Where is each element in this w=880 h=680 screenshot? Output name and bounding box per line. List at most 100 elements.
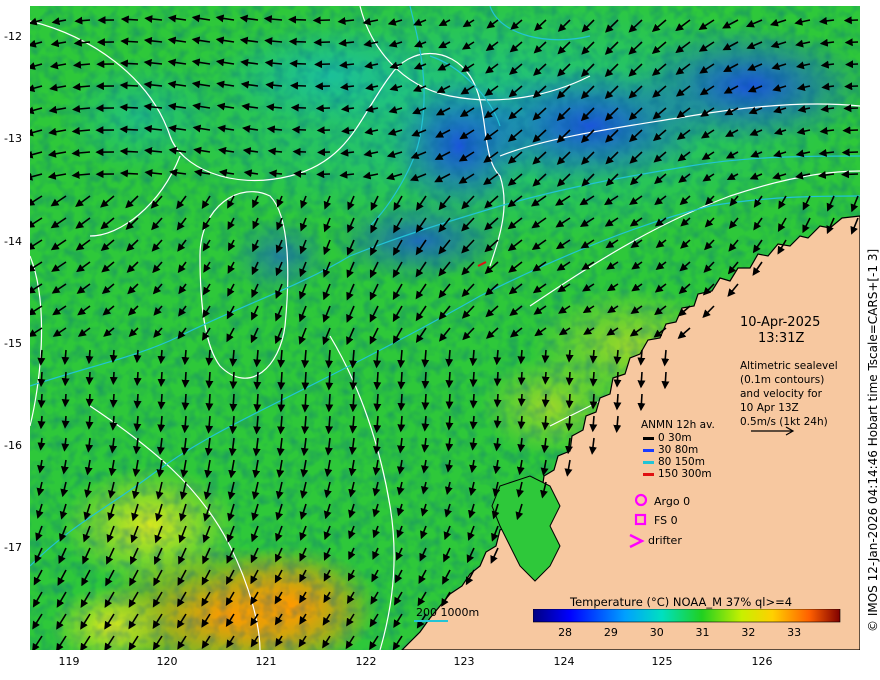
velocity-arrow	[845, 60, 859, 69]
velocity-arrow	[85, 393, 94, 407]
blue-bar-icon	[643, 448, 654, 452]
argo-circle-icon	[634, 493, 648, 507]
velocity-arrow	[842, 126, 859, 135]
velocity-arrow	[229, 371, 238, 390]
lon-tick: 121	[255, 655, 277, 668]
altimetry-line: and velocity for	[740, 388, 822, 400]
velocity-arrow	[517, 349, 526, 365]
altimetry-line: 10 Apr 13Z	[740, 402, 799, 414]
velocity-arrow	[181, 371, 190, 388]
velocity-arrow	[841, 148, 859, 157]
velocity-arrow	[843, 104, 859, 113]
colorbar-label: 28	[558, 626, 573, 639]
red-bar-icon	[643, 472, 654, 476]
velocity-arrow	[397, 371, 406, 390]
altimetry-line: (0.1m contours)	[740, 374, 825, 386]
lon-tick: 123	[453, 655, 475, 668]
velocity-arrow	[314, 60, 331, 69]
bathy-legend-label: 200 1000m	[416, 606, 480, 619]
velocity-arrow	[325, 393, 334, 413]
lat-tick: -17	[4, 541, 22, 554]
velocity-arrow	[291, 125, 307, 134]
colorbar-label: 33	[787, 626, 802, 639]
velocity-arrow	[37, 371, 46, 388]
lat-tick: -14	[4, 235, 22, 248]
velocity-arrow	[541, 393, 550, 408]
velocity-arrow	[61, 371, 70, 387]
velocity-arrow	[61, 415, 70, 429]
velocity-arrow	[229, 393, 238, 412]
velocity-arrow	[119, 59, 139, 68]
legend-depth-label: 30 80m	[658, 444, 699, 456]
velocity-arrow	[661, 371, 670, 390]
velocity-arrow	[119, 103, 139, 112]
velocity-arrow	[589, 349, 598, 364]
velocity-arrow	[157, 349, 166, 365]
lon-tick: 122	[355, 655, 377, 668]
lon-tick: 119	[58, 655, 80, 668]
velocity-arrow	[589, 371, 598, 387]
velocity-arrow	[133, 371, 142, 386]
lon-tick: 126	[751, 655, 773, 668]
colorbar-label: 29	[603, 626, 618, 639]
legend-depth-150-300: 150 300m	[643, 468, 712, 480]
velocity-arrow	[421, 371, 430, 389]
velocity-arrow	[421, 393, 430, 411]
velocity-arrow	[119, 169, 139, 178]
velocity-arrow	[301, 371, 310, 391]
legend-depth-label: 150 300m	[658, 468, 712, 480]
velocity-arrow	[37, 415, 46, 430]
velocity-arrow	[288, 37, 307, 46]
velocity-arrow	[268, 169, 283, 178]
velocity-arrow	[541, 349, 550, 364]
velocity-arrow	[312, 16, 331, 25]
bathy-legend-line	[414, 620, 448, 622]
velocity-arrow	[288, 15, 307, 24]
velocity-arrow	[843, 16, 859, 25]
black-bar-icon	[643, 436, 654, 440]
lat-tick: -16	[4, 439, 22, 452]
velocity-arrow	[120, 37, 139, 46]
velocity-arrow	[493, 415, 502, 429]
velocity-arrow	[517, 371, 526, 386]
lon-tick: 125	[651, 655, 673, 668]
velocity-arrow	[517, 415, 526, 430]
velocity-arrow	[445, 371, 454, 389]
velocity-arrow	[565, 393, 574, 409]
velocity-arrow	[289, 59, 307, 68]
velocity-arrow	[493, 393, 502, 408]
velocity-arrow	[349, 371, 358, 391]
legend-depth-80-150: 80 150m	[643, 456, 705, 468]
velocity-arrow	[37, 393, 46, 409]
colorbar-label: 32	[741, 626, 756, 639]
velocity-arrow	[109, 415, 118, 431]
drifter-label: drifter	[648, 534, 682, 547]
velocity-arrow	[133, 349, 142, 364]
velocity-arrow	[313, 38, 331, 47]
velocity-arrow	[181, 349, 190, 366]
velocity-arrow	[133, 393, 142, 409]
velocity-arrow	[109, 349, 118, 364]
velocity-arrow	[85, 349, 94, 365]
lon-tick: 120	[156, 655, 178, 668]
velocity-arrow	[181, 393, 190, 411]
velocity-arrow	[373, 371, 382, 391]
velocity-arrow	[613, 371, 622, 388]
velocity-arrow	[613, 349, 622, 365]
altimetry-line: Altimetric sealevel	[740, 360, 838, 372]
legend-depth-30-80: 30 80m	[643, 444, 698, 456]
velocity-arrow	[119, 125, 139, 134]
velocity-arrow	[637, 393, 646, 412]
velocity-arrow	[469, 393, 478, 409]
sst-map[interactable]	[30, 6, 860, 650]
velocity-arrow	[205, 393, 214, 412]
imos-credit: © IMOS 12-Jan-2026 04:14:46 Hobart time …	[866, 248, 880, 632]
legend-depth-label: 0 30m	[658, 432, 692, 444]
velocity-arrow	[301, 393, 310, 413]
velocity-arrow	[613, 393, 622, 411]
velocity-arrow	[469, 415, 478, 430]
velocity-arrow	[445, 393, 454, 410]
velocity-arrow	[349, 393, 358, 413]
velocity-arrow	[205, 371, 214, 389]
velocity-arrow	[517, 393, 526, 407]
